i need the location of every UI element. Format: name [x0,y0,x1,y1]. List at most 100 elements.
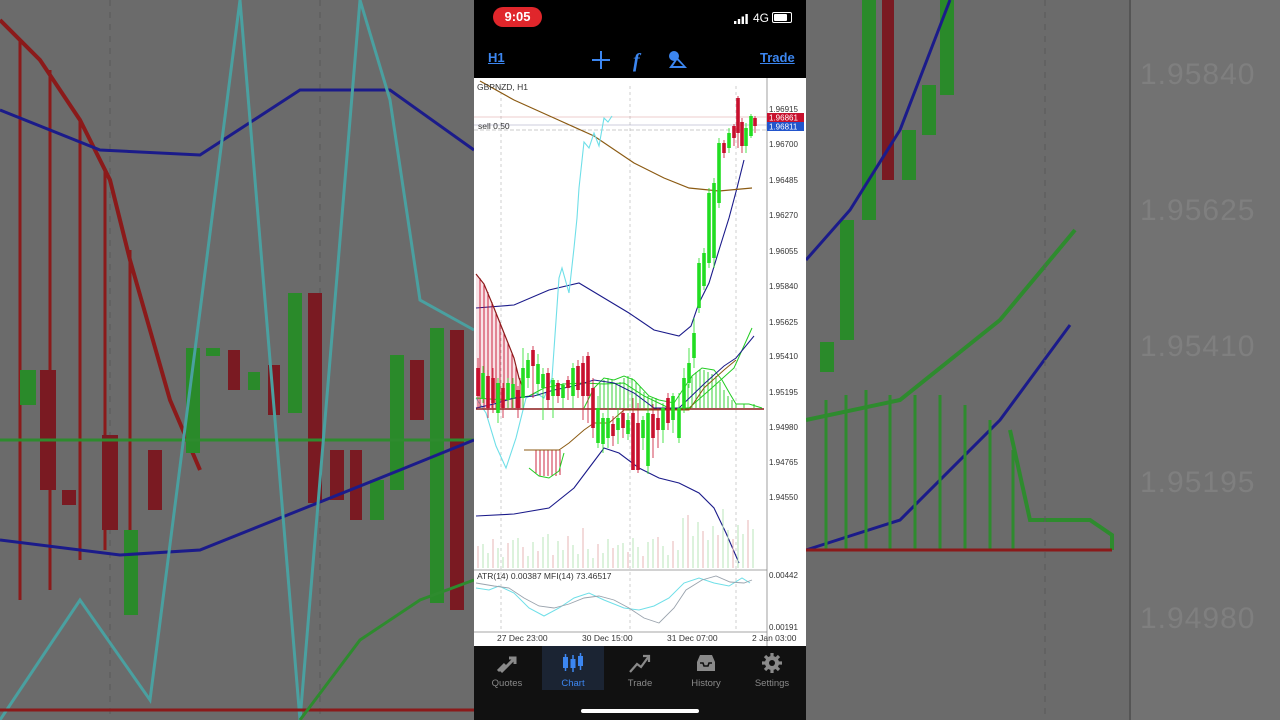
trade-button[interactable]: Trade [760,50,795,65]
history-icon [697,655,715,671]
candle-body [697,263,701,308]
volume-histogram [477,509,754,568]
bid-price: 1.96811 [769,123,798,132]
candle-body [692,333,696,358]
candle-body [707,193,711,263]
price-axis-label: 1.94550 [769,493,798,502]
background-price-label: 1.95195 [1140,466,1256,499]
candle-body [717,143,721,203]
candle-body [671,396,675,420]
candle-body [677,408,681,438]
candlestick-series [476,96,757,474]
phone-screen: 9:05 4G H1 f Trade GBPNZD, H1 sell 0.50 … [474,0,806,720]
candle-body [481,373,485,398]
candle-body [740,122,744,146]
crosshair-icon[interactable] [589,48,613,72]
tab-settings[interactable]: Settings [741,646,803,690]
battery-icon [772,12,792,23]
tab-label: History [691,678,721,689]
candle-body [561,385,565,398]
candle-body [722,143,726,153]
candle-body [491,378,495,403]
settings-icon [762,653,782,673]
chart-icon [563,653,583,672]
time-axis-label: 30 Dec 15:00 [582,633,633,643]
trade-icon [629,654,651,673]
price-axis-label: 1.96485 [769,176,798,185]
candle-body [546,373,550,400]
candle-body [506,383,510,400]
candle-body [501,388,505,408]
price-chart[interactable]: GBPNZD, H1 sell 0.50 ATR(14) 0.00387 MFI… [474,78,806,646]
indicator-label: ATR(14) 0.00387 MFI(14) 73.46517 [477,571,612,581]
candle-body [616,418,620,430]
chart-toolbar: H1 f Trade [474,44,806,78]
symbol-label: GBPNZD, H1 [477,82,528,92]
candle-body [661,408,665,430]
tab-trade[interactable]: Trade [609,646,671,690]
ask-price: 1.96861 [769,114,798,123]
background-price-label: 1.95625 [1140,194,1256,227]
candle-body [702,253,706,286]
candle-body [666,398,670,423]
tab-label: Chart [561,678,585,689]
candle-body [551,380,555,396]
candle-body [656,418,660,430]
candle-body [576,366,580,390]
price-axis-label: 1.95195 [769,388,798,397]
time-axis-label: 27 Dec 23:00 [497,633,548,643]
candle-body [682,378,686,408]
candle-body [531,350,535,366]
tab-history[interactable]: History [675,646,737,690]
candle-body [736,98,740,133]
price-axis-label: 1.96270 [769,211,798,220]
price-axis-label: 1.95625 [769,318,798,327]
candle-body [631,413,635,470]
candle-body [636,423,640,470]
candle-body [687,363,691,383]
background-price-label: 1.94980 [1140,602,1256,635]
price-axis-label: 1.95840 [769,282,798,291]
candle-body [586,356,590,396]
candle-body [541,374,545,388]
candle-body [611,424,615,436]
quotes-icon [496,656,517,674]
tab-chart[interactable]: Chart [542,646,604,690]
candle-body [727,133,731,148]
tab-quotes[interactable]: Quotes [476,646,538,690]
candle-body [646,413,650,466]
candle-body [581,363,585,396]
time-axis-label: 31 Dec 07:00 [667,633,718,643]
price-axis-label: 1.94765 [769,458,798,467]
time-axis-label: 2 Jan 03:00 [752,633,797,643]
candle-body [596,408,600,443]
candle-body [606,418,610,438]
candle-body [744,128,748,146]
objects-icon[interactable] [665,48,689,72]
candle-body [601,418,605,444]
svg-text:f: f [633,50,642,72]
candle-body [626,420,630,434]
candle-body [753,118,757,126]
signal-icon [734,14,748,24]
candle-body [556,383,560,396]
candle-body [749,116,753,136]
candle-body [571,368,575,396]
indicators-icon[interactable]: f [627,48,651,72]
candle-body [732,126,736,138]
chart-canvas[interactable]: GBPNZD, H1 sell 0.50 ATR(14) 0.00387 MFI… [474,78,806,646]
price-axis-label: 1.96055 [769,247,798,256]
candle-body [486,376,490,408]
indicator-axis-label: 0.00442 [769,571,798,580]
timeframe-button[interactable]: H1 [488,50,505,65]
price-axis-label: 1.94980 [769,423,798,432]
tab-label: Trade [627,678,653,689]
tab-label: Settings [754,678,790,689]
candle-body [496,383,500,413]
status-bar: 9:05 4G [474,0,806,38]
candle-body [536,364,540,384]
candle-body [476,368,480,396]
candle-body [516,390,520,408]
candle-body [521,368,525,398]
candle-body [566,380,570,388]
